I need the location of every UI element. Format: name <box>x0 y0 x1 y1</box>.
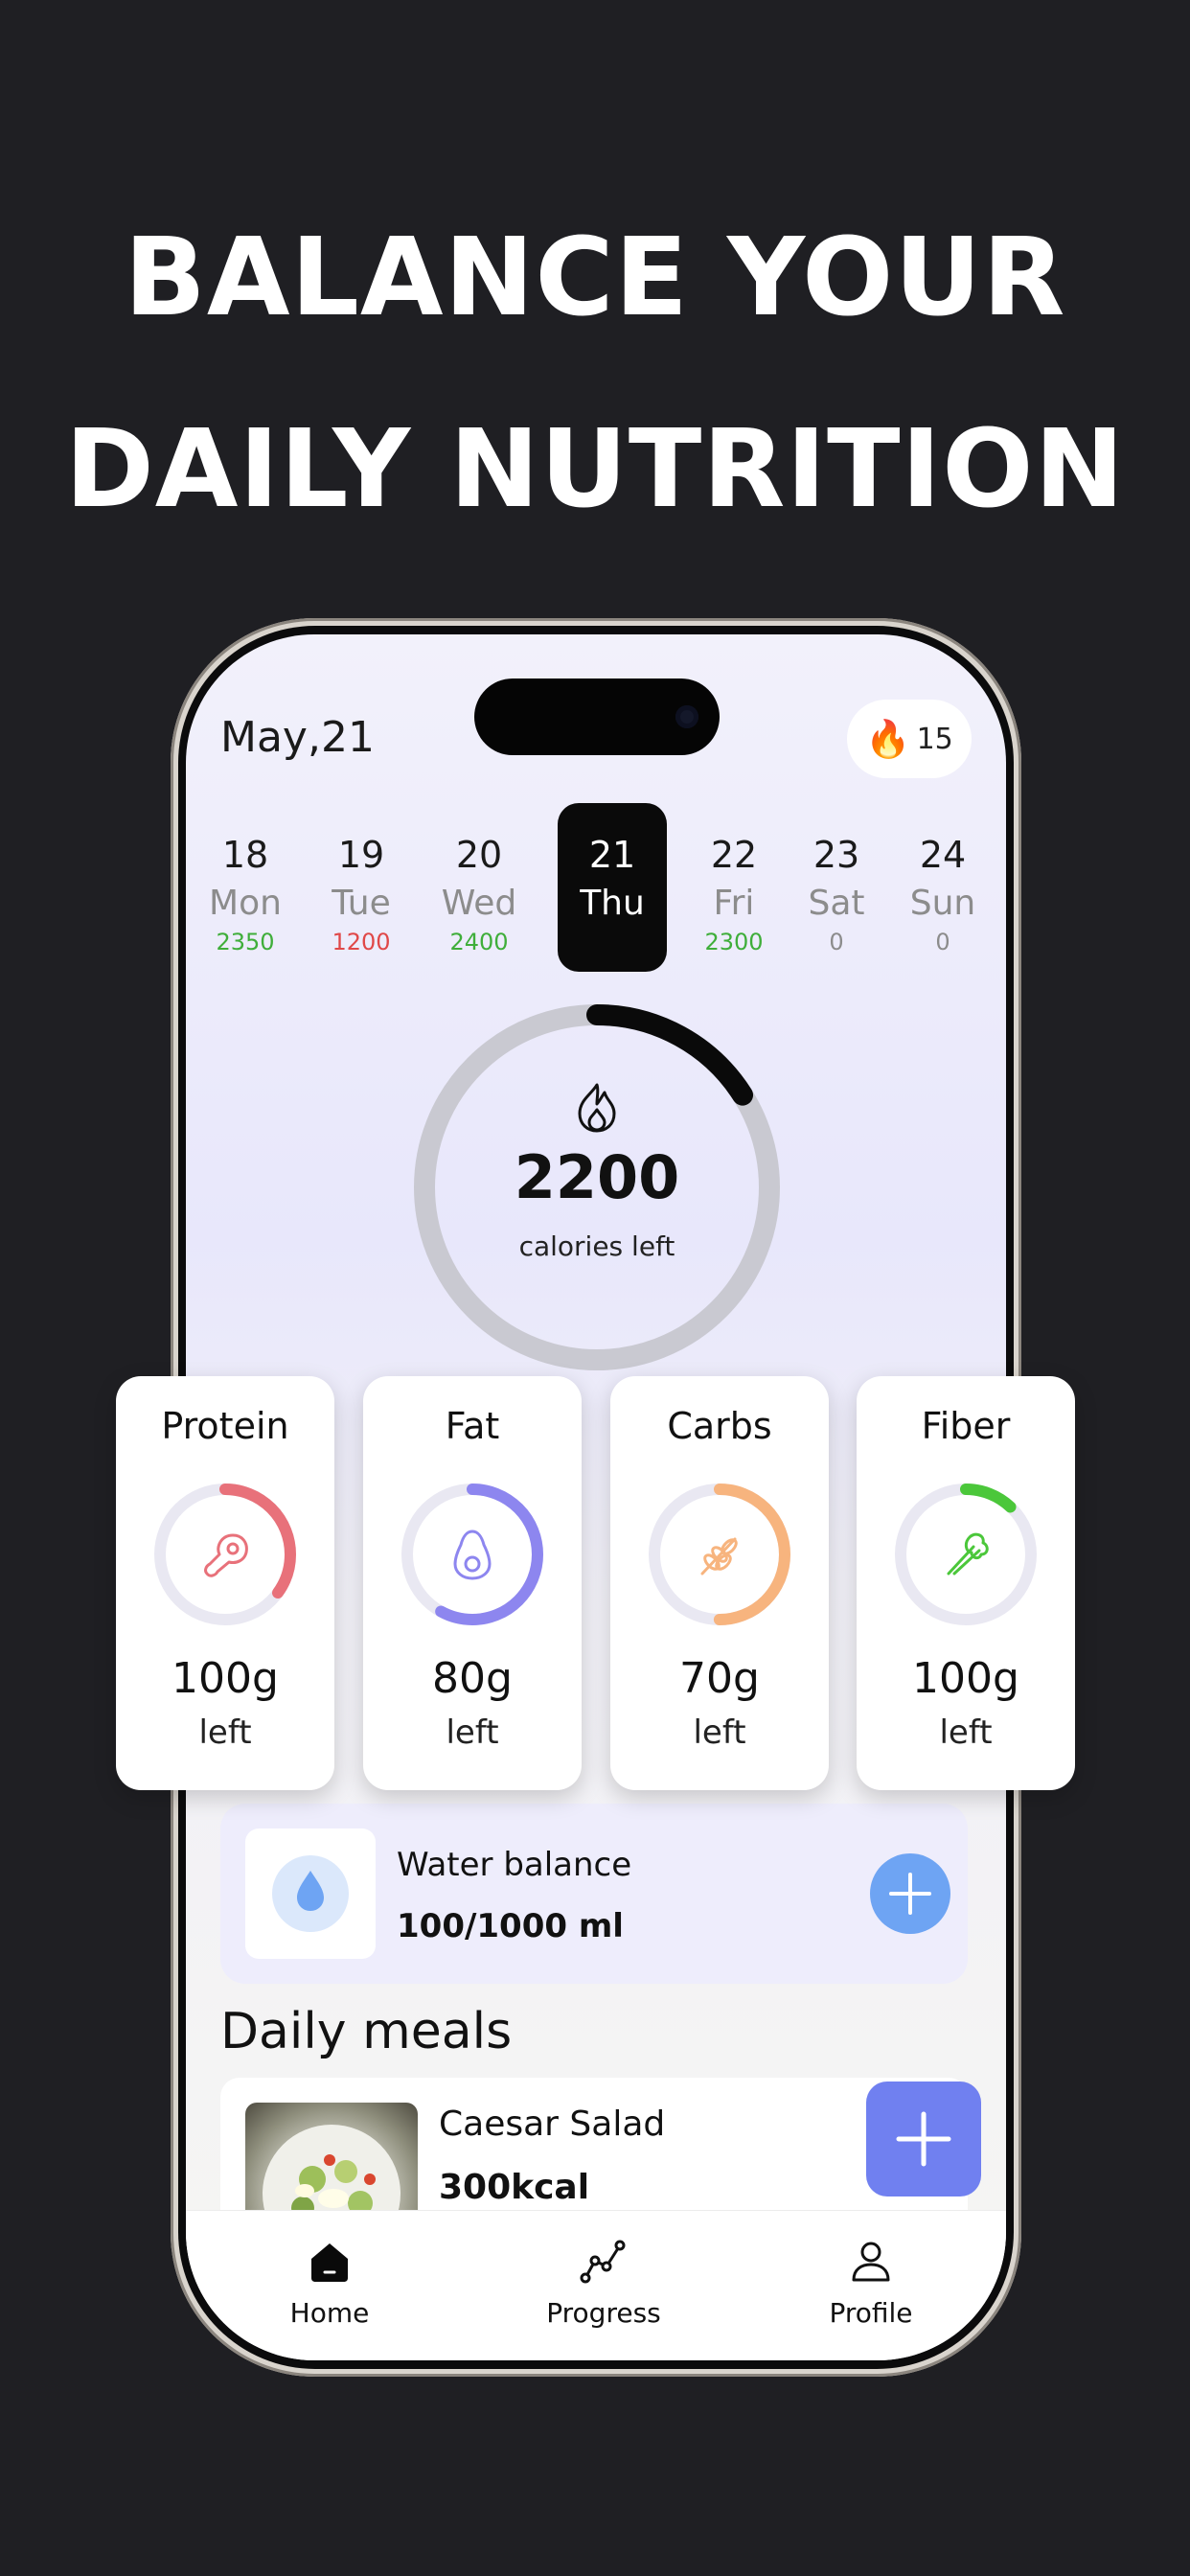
macro-amount: 100g <box>912 1654 1019 1703</box>
water-balance-card[interactable]: Water balance 100/1000 ml <box>220 1804 968 1984</box>
day-20[interactable]: 20 Wed 2400 <box>424 803 534 972</box>
marketing-headline: BALANCE YOUR DAILY NUTRITION <box>0 182 1190 565</box>
daily-meals-title: Daily meals <box>220 2003 513 2060</box>
macro-amount: 80g <box>432 1654 513 1703</box>
meat-icon <box>204 1533 248 1577</box>
day-number: 19 <box>337 834 385 876</box>
day-21[interactable]: 21 Thu <box>558 803 667 972</box>
flame-icon <box>578 1083 616 1133</box>
avocado-icon <box>453 1530 492 1580</box>
streak-badge[interactable]: 🔥 15 <box>847 700 972 778</box>
tab-label: Home <box>289 2297 370 2329</box>
day-24[interactable]: 24 Sun 0 <box>888 803 997 972</box>
macro-card-fiber[interactable]: Fiber 100g left <box>857 1376 1075 1790</box>
add-meal-button[interactable] <box>866 2082 981 2196</box>
streak-count: 15 <box>916 722 953 756</box>
headline-line-2: DAILY NUTRITION <box>64 407 1126 532</box>
day-name: Sat <box>808 884 865 923</box>
plus-icon <box>889 1873 931 1915</box>
day-calories: 2300 <box>704 929 764 955</box>
plus-icon <box>896 2111 951 2167</box>
tab-progress[interactable]: Progress <box>508 2236 699 2329</box>
day-calories: 2350 <box>216 929 275 955</box>
day-19[interactable]: 19 Tue 1200 <box>307 803 416 972</box>
week-selector: 18 Mon 2350 19 Tue 1200 20 Wed 2400 21 T… <box>186 803 1006 976</box>
water-title: Water balance <box>397 1846 632 1884</box>
macro-card-protein[interactable]: Protein 100g left <box>116 1376 334 1790</box>
day-number: 24 <box>919 834 967 876</box>
macro-card-fat[interactable]: Fat 80g left <box>363 1376 582 1790</box>
day-number: 23 <box>812 834 860 876</box>
camera-dot <box>675 705 698 728</box>
macro-amount: 70g <box>679 1654 760 1703</box>
macro-title: Carbs <box>667 1405 772 1447</box>
day-name: Thu <box>580 884 645 923</box>
profile-icon <box>852 2242 890 2282</box>
meal-calories: 300kcal <box>439 2168 590 2207</box>
current-date: May,21 <box>220 713 375 762</box>
day-name: Mon <box>209 884 282 923</box>
macro-left-label: left <box>693 1714 746 1752</box>
bottom-tab-bar: Home Progress Profile <box>186 2210 1006 2360</box>
day-23[interactable]: 23 Sat 0 <box>782 803 891 972</box>
home-icon <box>311 2243 348 2282</box>
day-calories: 2400 <box>449 929 509 955</box>
day-calories: 0 <box>829 929 844 955</box>
macro-left-label: left <box>446 1714 499 1752</box>
day-number: 18 <box>221 834 269 876</box>
day-22[interactable]: 22 Fri 2300 <box>679 803 789 972</box>
macro-card-carbs[interactable]: Carbs 70g left <box>610 1376 829 1790</box>
calories-summary: 2200 calories left <box>410 1000 784 1374</box>
tab-label: Progress <box>546 2297 661 2329</box>
water-icon-box <box>245 1828 376 1959</box>
wheat-icon <box>700 1537 738 1576</box>
macro-left-label: left <box>198 1714 252 1752</box>
macro-title: Fiber <box>921 1405 1011 1447</box>
day-18[interactable]: 18 Mon 2350 <box>191 803 300 972</box>
macro-amount: 100g <box>172 1654 279 1703</box>
day-name: Sun <box>909 884 976 923</box>
meal-name: Caesar Salad <box>439 2104 666 2144</box>
dynamic-island <box>474 678 720 755</box>
calories-left-value: 2200 <box>514 1142 680 1212</box>
macro-title: Protein <box>161 1405 289 1447</box>
macro-title: Fat <box>445 1405 500 1447</box>
day-number: 21 <box>588 834 636 876</box>
celery-icon <box>947 1532 989 1576</box>
water-value: 100/1000 ml <box>397 1907 624 1945</box>
day-number: 20 <box>455 834 503 876</box>
headline-line-1: BALANCE YOUR <box>124 216 1066 340</box>
calories-left-label: calories left <box>518 1230 675 1262</box>
tab-label: Profile <box>829 2297 913 2329</box>
fire-icon: 🔥 <box>865 717 911 760</box>
macro-left-label: left <box>939 1714 993 1752</box>
add-water-button[interactable] <box>870 1853 950 1934</box>
tab-home[interactable]: Home <box>234 2236 425 2329</box>
day-name: Fri <box>713 884 755 923</box>
water-drop-icon <box>272 1855 349 1932</box>
day-calories: 1200 <box>332 929 391 955</box>
day-name: Tue <box>332 884 391 923</box>
day-calories: 0 <box>935 929 950 955</box>
tab-profile[interactable]: Profile <box>775 2236 967 2329</box>
day-number: 22 <box>710 834 758 876</box>
progress-chart-icon <box>580 2240 626 2284</box>
day-name: Wed <box>441 884 517 923</box>
